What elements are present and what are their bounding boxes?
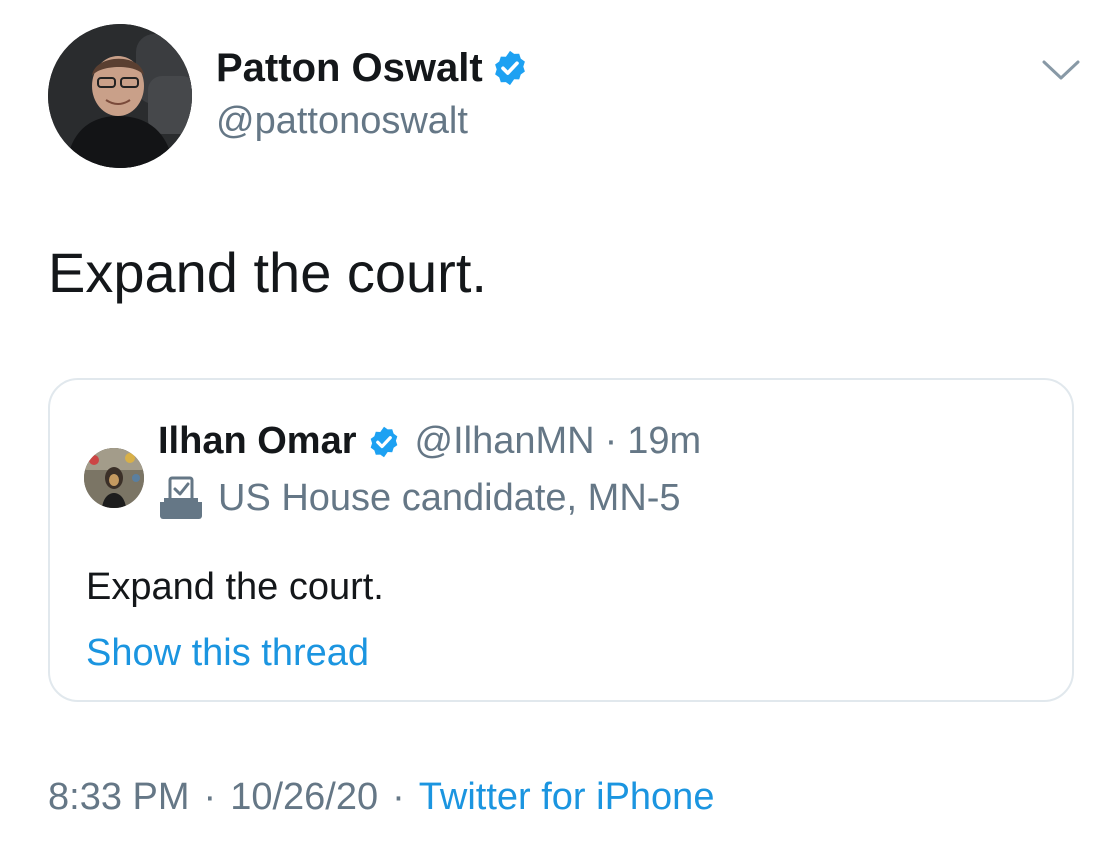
tweet-metadata: 8:33 PM · 10/26/20 · Twitter for iPhone bbox=[48, 776, 714, 819]
author-name[interactable]: Patton Oswalt bbox=[216, 44, 483, 92]
separator-dot: · bbox=[604, 420, 618, 462]
chevron-down-icon[interactable] bbox=[1040, 52, 1082, 88]
quoted-author-avatar bbox=[84, 448, 144, 508]
tweet-source-link[interactable]: Twitter for iPhone bbox=[419, 776, 715, 819]
verified-badge-icon bbox=[494, 50, 525, 86]
separator-dot: · bbox=[203, 776, 217, 818]
quoted-label-text: US House candidate, MN-5 bbox=[218, 476, 681, 519]
quoted-author-name: Ilhan Omar bbox=[158, 420, 357, 462]
show-thread-link[interactable]: Show this thread bbox=[86, 632, 369, 675]
quoted-tweet-card[interactable]: Ilhan Omar @IlhanMN · 19m US House candi… bbox=[48, 378, 1074, 702]
quoted-avatar-image bbox=[84, 448, 144, 508]
author-avatar[interactable] bbox=[48, 24, 192, 168]
quoted-tweet-text: Expand the court. bbox=[86, 566, 384, 608]
tweet-date[interactable]: 10/26/20 bbox=[230, 776, 378, 819]
quoted-header: Ilhan Omar @IlhanMN · 19m bbox=[158, 420, 701, 463]
separator-dot: · bbox=[392, 776, 405, 818]
quoted-author-handle: @IlhanMN bbox=[414, 420, 595, 462]
quoted-election-label: US House candidate, MN-5 bbox=[158, 476, 681, 520]
ballot-box-icon bbox=[160, 476, 202, 519]
author-name-row: Patton Oswalt bbox=[216, 44, 529, 92]
verified-badge-icon bbox=[370, 426, 397, 457]
quoted-tweet-age: 19m bbox=[627, 420, 702, 462]
tweet-text: Expand the court. bbox=[48, 241, 487, 304]
author-avatar-image bbox=[48, 24, 192, 168]
author-handle[interactable]: @pattonoswalt bbox=[216, 98, 468, 144]
tweet-time[interactable]: 8:33 PM bbox=[48, 776, 190, 819]
